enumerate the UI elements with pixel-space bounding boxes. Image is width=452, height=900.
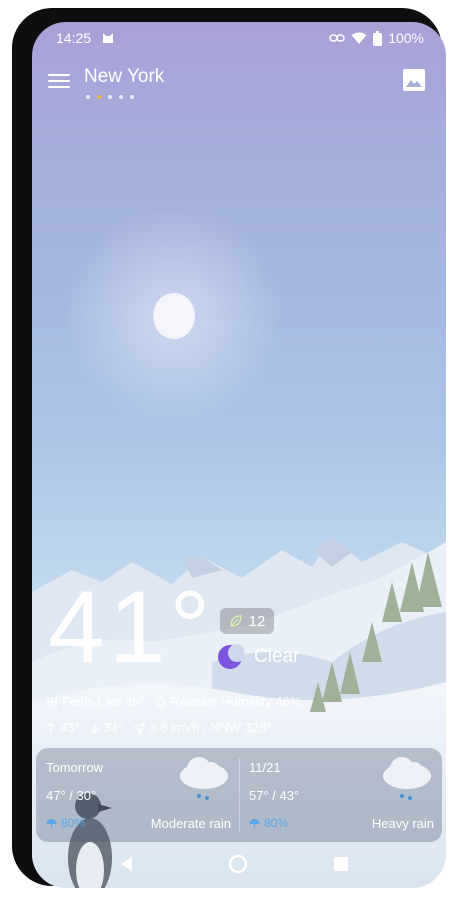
current-temperature: 41° [48, 570, 215, 684]
link-icon [329, 34, 345, 42]
forecast-precip: 80% [249, 816, 288, 830]
hamburger-menu-icon [48, 74, 70, 76]
low-temp: 34° [103, 720, 124, 735]
city-name[interactable]: New York [84, 66, 164, 88]
condition-label: Clear [254, 646, 300, 667]
feels-like-icon [47, 697, 57, 706]
image-icon [403, 69, 425, 91]
rain-cloud-icon [180, 757, 228, 800]
current-condition: Clear [216, 642, 299, 672]
weather-screen: 14:25 100% New York 41° 12 Clear Feels L… [32, 22, 446, 888]
page-indicator [86, 95, 134, 99]
umbrella-icon [46, 818, 57, 828]
forecast-day: Tomorrow [46, 760, 104, 775]
forecast-temps: 47° / 30° [46, 788, 97, 803]
battery-percent: 100% [388, 30, 424, 46]
wifi-icon [351, 32, 367, 44]
moon-icon [218, 644, 244, 669]
forecast-card-day2[interactable]: 11/21 57° / 43° 80% Heavy rain [239, 748, 442, 842]
recents-icon[interactable] [334, 857, 348, 871]
feels-like-text: Feels Like 35° [62, 694, 145, 709]
aqi-badge[interactable]: 12 [220, 608, 274, 634]
high-temp: 43° [60, 720, 80, 735]
forecast-temps: 57° / 43° [249, 788, 300, 803]
back-icon[interactable] [120, 856, 134, 872]
page-dot-active [97, 95, 101, 99]
battery-icon [373, 30, 383, 46]
umbrella-icon [249, 818, 260, 828]
status-time: 14:25 [56, 30, 92, 46]
sun [153, 293, 195, 339]
page-dot [108, 95, 112, 99]
low-temp-icon [90, 722, 100, 733]
high-temp-icon [46, 722, 56, 733]
forecast-condition: Heavy rain [371, 816, 434, 831]
rain-cloud-icon [383, 757, 431, 800]
page-dot [130, 95, 134, 99]
forecast-day: 11/21 [249, 760, 281, 775]
page-dot [86, 95, 90, 99]
humidity-icon [155, 695, 166, 708]
system-nav-bar [32, 850, 446, 880]
page-dot [119, 95, 123, 99]
forecast-panel: Tomorrow 47° / 30° 80% Moderate rain 11/… [36, 748, 442, 842]
humidity-text: Relative Humidity 46% [170, 694, 302, 709]
home-icon[interactable] [228, 854, 248, 874]
details-row-2: 43° 34° 3.6 km/h , NNW 328° [46, 720, 272, 735]
forecast-condition: Moderate rain [150, 816, 231, 831]
wind-direction-icon [133, 721, 146, 734]
aqi-value: 12 [248, 612, 266, 630]
menu-button[interactable] [46, 70, 72, 90]
leaf-icon [229, 615, 242, 627]
wind-text: 3.6 km/h , NNW 328° [149, 720, 272, 735]
forecast-precip: 80% [46, 816, 85, 830]
app-bar: New York [46, 64, 432, 104]
status-bar: 14:25 100% [56, 28, 424, 48]
background-button[interactable] [402, 68, 426, 92]
details-row-1: Feels Like 35° Relative Humidity 46% [46, 694, 301, 709]
cat-notification-icon [103, 33, 114, 43]
forecast-card-tomorrow[interactable]: Tomorrow 47° / 30° 80% Moderate rain [36, 748, 239, 842]
phone-frame: 14:25 100% New York 41° 12 Clear Feels L… [12, 8, 446, 888]
